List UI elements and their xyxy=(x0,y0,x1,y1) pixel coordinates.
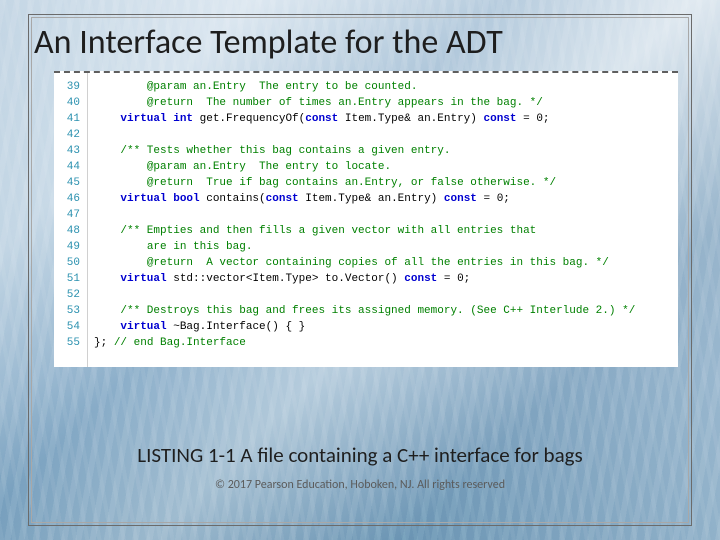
copyright-text: © 2017 Pearson Education, Hoboken, NJ. A… xyxy=(28,478,692,492)
code-line: @return True if bag contains an.Entry, o… xyxy=(94,175,674,191)
line-number: 43 xyxy=(54,143,80,159)
code-listing: 3940414243444546474849505152535455 @para… xyxy=(54,71,678,367)
code-line: }; // end Bag.Interface xyxy=(94,335,674,351)
code-line: virtual std::vector<Item.Type> to.Vector… xyxy=(94,271,674,287)
code-line: virtual int get.FrequencyOf(const Item.T… xyxy=(94,111,674,127)
code-line: @return A vector containing copies of al… xyxy=(94,255,674,271)
line-number: 55 xyxy=(54,335,80,351)
slide: An Interface Template for the ADT 394041… xyxy=(0,0,720,540)
code-line: virtual ~Bag.Interface() { } xyxy=(94,319,674,335)
line-number: 39 xyxy=(54,79,80,95)
line-number: 42 xyxy=(54,127,80,143)
line-number: 50 xyxy=(54,255,80,271)
line-number: 40 xyxy=(54,95,80,111)
code-line: /** Destroys this bag and frees its assi… xyxy=(94,303,674,319)
line-number: 49 xyxy=(54,239,80,255)
code-line xyxy=(94,127,674,143)
line-number: 45 xyxy=(54,175,80,191)
code-line: are in this bag. xyxy=(94,239,674,255)
line-number-gutter: 3940414243444546474849505152535455 xyxy=(54,79,84,351)
gutter-divider xyxy=(87,73,88,367)
code-line: virtual bool contains(const Item.Type& a… xyxy=(94,191,674,207)
line-number: 44 xyxy=(54,159,80,175)
code-line: @param an.Entry The entry to locate. xyxy=(94,159,674,175)
code-line xyxy=(94,207,674,223)
code-line: /** Empties and then fills a given vecto… xyxy=(94,223,674,239)
code-body: @param an.Entry The entry to be counted.… xyxy=(94,79,674,351)
line-number: 47 xyxy=(54,207,80,223)
line-number: 41 xyxy=(54,111,80,127)
line-number: 46 xyxy=(54,191,80,207)
code-line xyxy=(94,287,674,303)
code-line: /** Tests whether this bag contains a gi… xyxy=(94,143,674,159)
line-number: 54 xyxy=(54,319,80,335)
line-number: 53 xyxy=(54,303,80,319)
slide-title: An Interface Template for the ADT xyxy=(34,24,686,61)
line-number: 48 xyxy=(54,223,80,239)
code-line: @return The number of times an.Entry app… xyxy=(94,95,674,111)
line-number: 52 xyxy=(54,287,80,303)
code-line: @param an.Entry The entry to be counted. xyxy=(94,79,674,95)
line-number: 51 xyxy=(54,271,80,287)
content-area: An Interface Template for the ADT 394041… xyxy=(28,18,692,522)
listing-caption: LISTING 1-1 A file containing a C++ inte… xyxy=(28,442,692,468)
